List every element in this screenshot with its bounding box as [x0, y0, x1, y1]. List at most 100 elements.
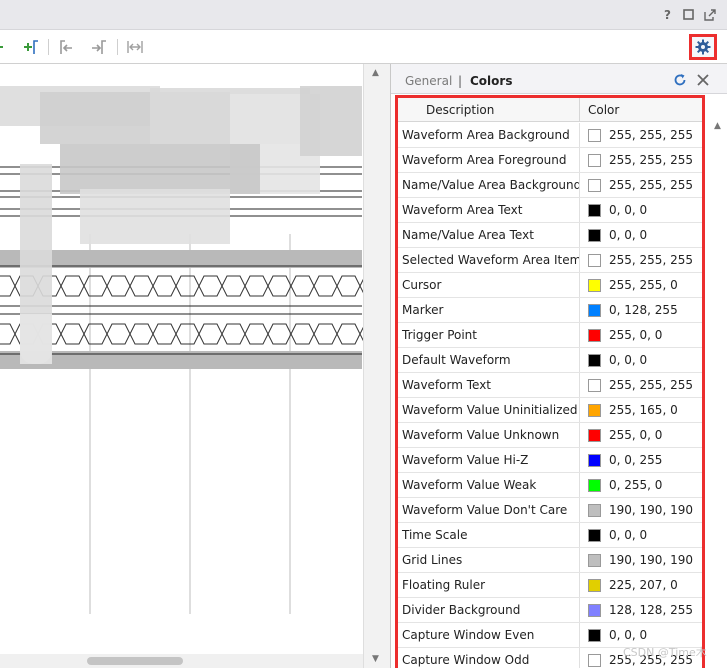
window-title-bar: ?	[0, 0, 727, 30]
row-color[interactable]: 225, 207, 0	[580, 573, 702, 597]
color-swatch[interactable]	[588, 453, 601, 467]
close-icon[interactable]	[696, 73, 710, 87]
row-description: Divider Background	[398, 598, 580, 622]
scroll-down-icon[interactable]: ▼	[372, 654, 379, 664]
row-color[interactable]: 255, 255, 255	[580, 148, 702, 172]
color-swatch[interactable]	[588, 228, 601, 242]
bus-segment	[0, 275, 16, 297]
column-header-color[interactable]: Color	[580, 98, 702, 122]
waveform-horizontal-scrollbar[interactable]	[0, 654, 389, 668]
add-marker-icon[interactable]	[22, 38, 40, 56]
table-row[interactable]: Floating Ruler 225, 207, 0	[398, 573, 702, 598]
swap-cursor-icon[interactable]	[125, 38, 145, 56]
color-value: 255, 255, 255	[609, 178, 693, 192]
restore-icon[interactable]	[681, 7, 696, 22]
bus-segment	[313, 323, 338, 345]
color-swatch[interactable]	[588, 128, 601, 142]
table-row[interactable]: Trigger Point 255, 0, 0	[398, 323, 702, 348]
settings-gear-button[interactable]	[689, 34, 717, 60]
color-swatch[interactable]	[588, 378, 601, 392]
row-color[interactable]: 255, 255, 255	[580, 373, 702, 397]
popout-icon[interactable]	[702, 7, 717, 22]
table-row[interactable]: Waveform Value Weak 0, 255, 0	[398, 473, 702, 498]
color-swatch[interactable]	[588, 478, 601, 492]
table-row[interactable]: Divider Background 128, 128, 255	[398, 598, 702, 623]
row-description: Name/Value Area Text	[398, 223, 580, 247]
bus-segment	[267, 323, 292, 345]
color-swatch[interactable]	[588, 153, 601, 167]
waveform-vertical-scrollbar[interactable]: ▲ ▼	[363, 64, 390, 668]
column-header-description[interactable]: Description	[398, 98, 580, 122]
tab-colors[interactable]: Colors	[470, 74, 512, 88]
table-row[interactable]: Time Scale 0, 0, 0	[398, 523, 702, 548]
row-color[interactable]: 255, 255, 255	[580, 123, 702, 147]
table-row[interactable]: Waveform Value Unknown 255, 0, 0	[398, 423, 702, 448]
bus-segment	[60, 323, 85, 345]
table-row[interactable]: Grid Lines 190, 190, 190	[398, 548, 702, 573]
color-swatch[interactable]	[588, 253, 601, 267]
color-swatch[interactable]	[588, 303, 601, 317]
color-swatch[interactable]	[588, 528, 601, 542]
row-color[interactable]: 0, 255, 0	[580, 473, 702, 497]
bus-segment	[175, 323, 200, 345]
tab-separator: |	[458, 74, 463, 88]
table-row[interactable]: Waveform Area Background 255, 255, 255	[398, 123, 702, 148]
table-row[interactable]: Waveform Value Don't Care 190, 190, 190	[398, 498, 702, 523]
table-row[interactable]: Waveform Area Text 0, 0, 0	[398, 198, 702, 223]
row-description: Selected Waveform Area Item	[398, 248, 580, 272]
row-color[interactable]: 0, 128, 255	[580, 298, 702, 322]
scrollbar-thumb[interactable]	[87, 657, 183, 665]
row-color[interactable]: 0, 0, 0	[580, 198, 702, 222]
row-color[interactable]: 255, 255, 0	[580, 273, 702, 297]
color-swatch[interactable]	[588, 653, 601, 667]
panel-vertical-scrollbar[interactable]: ▲	[709, 95, 727, 668]
color-swatch[interactable]	[588, 428, 601, 442]
row-color[interactable]: 0, 0, 255	[580, 448, 702, 472]
row-color[interactable]: 0, 0, 0	[580, 223, 702, 247]
row-color[interactable]: 255, 0, 0	[580, 423, 702, 447]
color-swatch[interactable]	[588, 328, 601, 342]
scroll-up-icon[interactable]: ▲	[714, 121, 721, 131]
row-color[interactable]: 255, 255, 255	[580, 173, 702, 197]
table-row[interactable]: Name/Value Area Text 0, 0, 0	[398, 223, 702, 248]
partial-marker-icon[interactable]	[0, 38, 8, 56]
table-row[interactable]: Selected Waveform Area Item 255, 255, 255	[398, 248, 702, 273]
row-color[interactable]: 255, 165, 0	[580, 398, 702, 422]
table-row[interactable]: Cursor 255, 255, 0	[398, 273, 702, 298]
table-row[interactable]: Waveform Value Hi-Z 0, 0, 255	[398, 448, 702, 473]
row-color[interactable]: 190, 190, 190	[580, 548, 702, 572]
row-color[interactable]: 255, 255, 255	[580, 248, 702, 272]
color-swatch[interactable]	[588, 178, 601, 192]
color-swatch[interactable]	[588, 353, 601, 367]
row-color[interactable]: 0, 0, 0	[580, 348, 702, 372]
table-row[interactable]: Waveform Value Uninitialized 255, 165, 0	[398, 398, 702, 423]
table-row[interactable]: Waveform Text 255, 255, 255	[398, 373, 702, 398]
row-description: Time Scale	[398, 523, 580, 547]
table-row[interactable]: Marker 0, 128, 255	[398, 298, 702, 323]
color-swatch[interactable]	[588, 278, 601, 292]
goto-prev-marker-icon[interactable]	[57, 38, 75, 56]
row-color[interactable]: 0, 0, 0	[580, 523, 702, 547]
tab-general[interactable]: General	[405, 74, 452, 88]
goto-next-marker-icon[interactable]	[90, 38, 108, 56]
table-row[interactable]: Waveform Area Foreground 255, 255, 255	[398, 148, 702, 173]
table-row[interactable]: Name/Value Area Background 255, 255, 255	[398, 173, 702, 198]
help-icon[interactable]: ?	[660, 7, 675, 22]
color-swatch[interactable]	[588, 553, 601, 567]
color-swatch[interactable]	[588, 578, 601, 592]
color-swatch[interactable]	[588, 203, 601, 217]
scroll-up-icon[interactable]: ▲	[372, 68, 379, 78]
row-color[interactable]: 255, 0, 0	[580, 323, 702, 347]
color-swatch[interactable]	[588, 603, 601, 617]
row-description: Waveform Area Background	[398, 123, 580, 147]
refresh-icon[interactable]	[673, 73, 687, 87]
panel-tab-bar: General | Colors	[391, 64, 727, 94]
row-description: Capture Window Even	[398, 623, 580, 647]
row-color[interactable]: 128, 128, 255	[580, 598, 702, 622]
color-swatch[interactable]	[588, 628, 601, 642]
waveform-area[interactable]	[0, 64, 390, 668]
row-color[interactable]: 190, 190, 190	[580, 498, 702, 522]
color-swatch[interactable]	[588, 503, 601, 517]
color-swatch[interactable]	[588, 403, 601, 417]
table-row[interactable]: Default Waveform 0, 0, 0	[398, 348, 702, 373]
